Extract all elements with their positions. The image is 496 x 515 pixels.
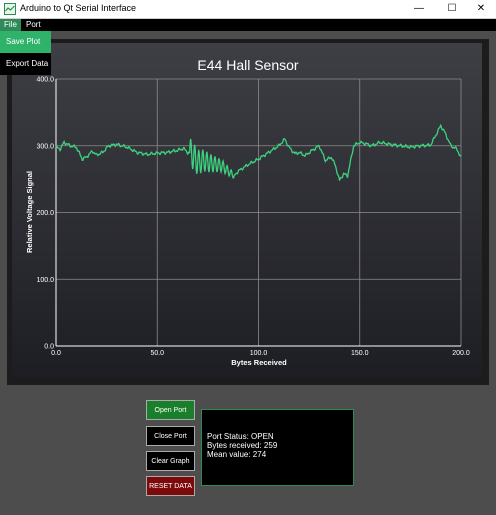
- chart-ticks: 0.0 50.0 100.0 150.0 200.0 0.0 100.0 200.0 300.0…: [36, 77, 469, 358]
- x-axis-label: Bytes Received: [231, 358, 287, 367]
- chart-title: E44 Hall Sensor: [197, 57, 299, 73]
- x-tick-label: 50.0: [150, 350, 164, 357]
- y-tick-label: 200.0: [36, 210, 54, 217]
- reset-data-button[interactable]: RESET DATA: [146, 476, 195, 496]
- y-axis-label: Relative Voltage Signal: [25, 171, 34, 253]
- clear-graph-button[interactable]: Clear Graph: [146, 451, 195, 471]
- y-tick-label: 300.0: [36, 143, 54, 150]
- mean-value-text: Mean value: 274: [207, 450, 267, 459]
- menu-item-export-data[interactable]: Export Data: [0, 53, 51, 75]
- status-panel: Port Status: OPEN Bytes received: 259 Me…: [201, 409, 354, 486]
- y-tick-label: 0.0: [44, 344, 54, 351]
- bytes-received-text: Bytes received: 259: [207, 441, 278, 450]
- chart-grid: [55, 78, 462, 347]
- x-tick-label: 200.0: [452, 350, 470, 357]
- x-tick-label: 150.0: [351, 350, 369, 357]
- y-tick-label: 400.0: [36, 77, 54, 84]
- file-menu-dropdown: Save Plot Export Data: [0, 31, 51, 75]
- x-tick-label: 100.0: [250, 350, 268, 357]
- port-status-text: Port Status: OPEN: [207, 432, 274, 441]
- close-port-button[interactable]: Close Port: [146, 426, 195, 446]
- y-tick-label: 100.0: [36, 277, 54, 284]
- menu-item-save-plot[interactable]: Save Plot: [0, 31, 51, 53]
- open-port-button[interactable]: Open Port: [146, 400, 195, 420]
- x-tick-label: 0.0: [51, 350, 61, 357]
